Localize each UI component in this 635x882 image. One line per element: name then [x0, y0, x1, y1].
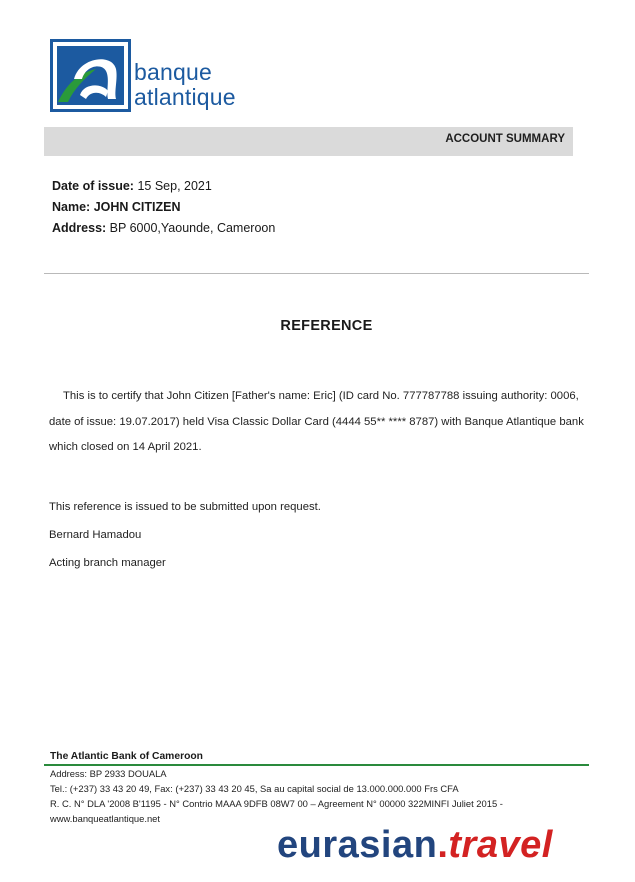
- logo-line-2: atlantique: [134, 84, 236, 110]
- bank-logo-icon: [50, 39, 131, 112]
- reference-paragraph: This is to certify that John Citizen [Fa…: [49, 390, 584, 453]
- date-label: Date of issue:: [52, 179, 134, 193]
- date-value: 15 Sep, 2021: [137, 179, 212, 193]
- footer-divider: [44, 764, 589, 766]
- document-title: REFERENCE: [280, 318, 373, 334]
- account-summary-bar: ACCOUNT SUMMARY: [44, 127, 573, 156]
- customer-name: Name: JOHN CITIZEN: [52, 200, 181, 214]
- address-label: Address:: [52, 221, 107, 235]
- customer-address: Address: BP 6000,Yaounde, Cameroon: [52, 221, 275, 235]
- date-of-issue: Date of issue: 15 Sep, 2021: [52, 179, 212, 193]
- signer-name: Bernard Hamadou: [49, 529, 142, 541]
- divider: [44, 273, 589, 274]
- bank-logo-text: banque atlantique: [134, 60, 236, 110]
- name-label: Name:: [52, 200, 91, 214]
- name-value: JOHN CITIZEN: [93, 200, 181, 214]
- address-value: BP 6000,Yaounde, Cameroon: [109, 221, 276, 235]
- watermark-logo: eurasian.travel: [277, 824, 553, 867]
- footer-address: Address: BP 2933 DOUALA: [50, 768, 167, 779]
- watermark-tld: travel: [448, 824, 553, 866]
- account-summary-label: ACCOUNT SUMMARY: [445, 133, 565, 145]
- logo-line-1: banque: [134, 59, 212, 85]
- signer-title: Acting branch manager: [49, 557, 166, 569]
- footer-registration: R. C. N° DLA '2008 B'1195 - N° Contrio M…: [50, 798, 503, 809]
- reference-statement: This reference is issued to be submitted…: [49, 501, 321, 513]
- footer-website: www.banqueatlantique.net: [50, 813, 160, 824]
- footer-contact: Tel.: (+237) 33 43 20 49, Fax: (+237) 33…: [50, 783, 459, 794]
- watermark-dot: .: [437, 824, 449, 866]
- watermark-name: eurasian: [277, 824, 438, 866]
- footer-bank-name: The Atlantic Bank of Cameroon: [50, 751, 203, 762]
